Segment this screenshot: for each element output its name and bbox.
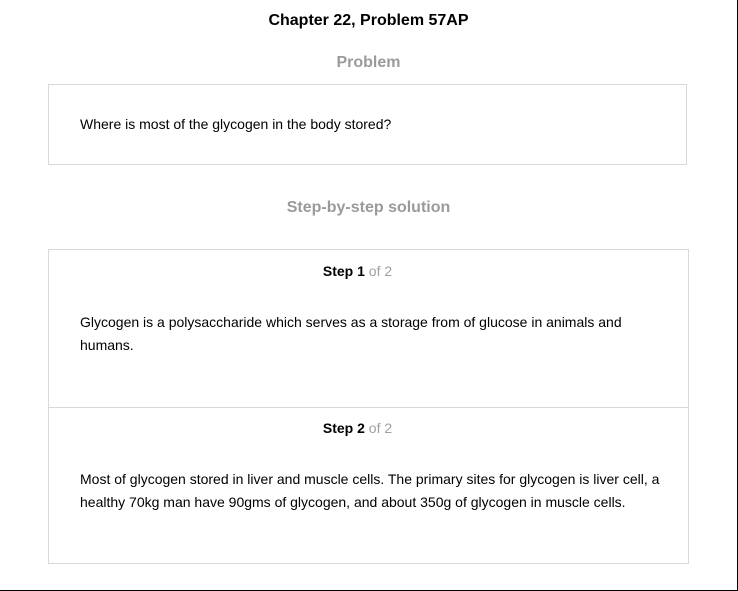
- problem-box: Where is most of the glycogen in the bod…: [48, 84, 687, 165]
- solution-heading: Step-by-step solution: [286, 199, 451, 216]
- step-2-header: Step 2 of 2: [49, 420, 666, 436]
- step-1-label: Step 1: [322, 263, 365, 279]
- step-1: Step 1 of 2 Glycogen is a polysaccharide…: [49, 250, 688, 408]
- step-1-header: Step 1 of 2: [49, 263, 666, 279]
- page-title: Chapter 22, Problem 57AP: [268, 12, 469, 29]
- step-2: Step 2 of 2 Most of glycogen stored in l…: [49, 407, 688, 563]
- solution-steps: Step 1 of 2 Glycogen is a polysaccharide…: [48, 249, 689, 564]
- problem-heading: Problem: [336, 54, 401, 71]
- step-2-text: Most of glycogen stored in liver and mus…: [80, 471, 660, 510]
- step-1-of-total: of 2: [368, 263, 393, 279]
- step-1-text: Glycogen is a polysaccharide which serve…: [80, 314, 622, 353]
- step-2-label: Step 2: [322, 420, 365, 436]
- step-2-of-total: of 2: [368, 420, 393, 436]
- problem-text: Where is most of the glycogen in the bod…: [80, 116, 392, 132]
